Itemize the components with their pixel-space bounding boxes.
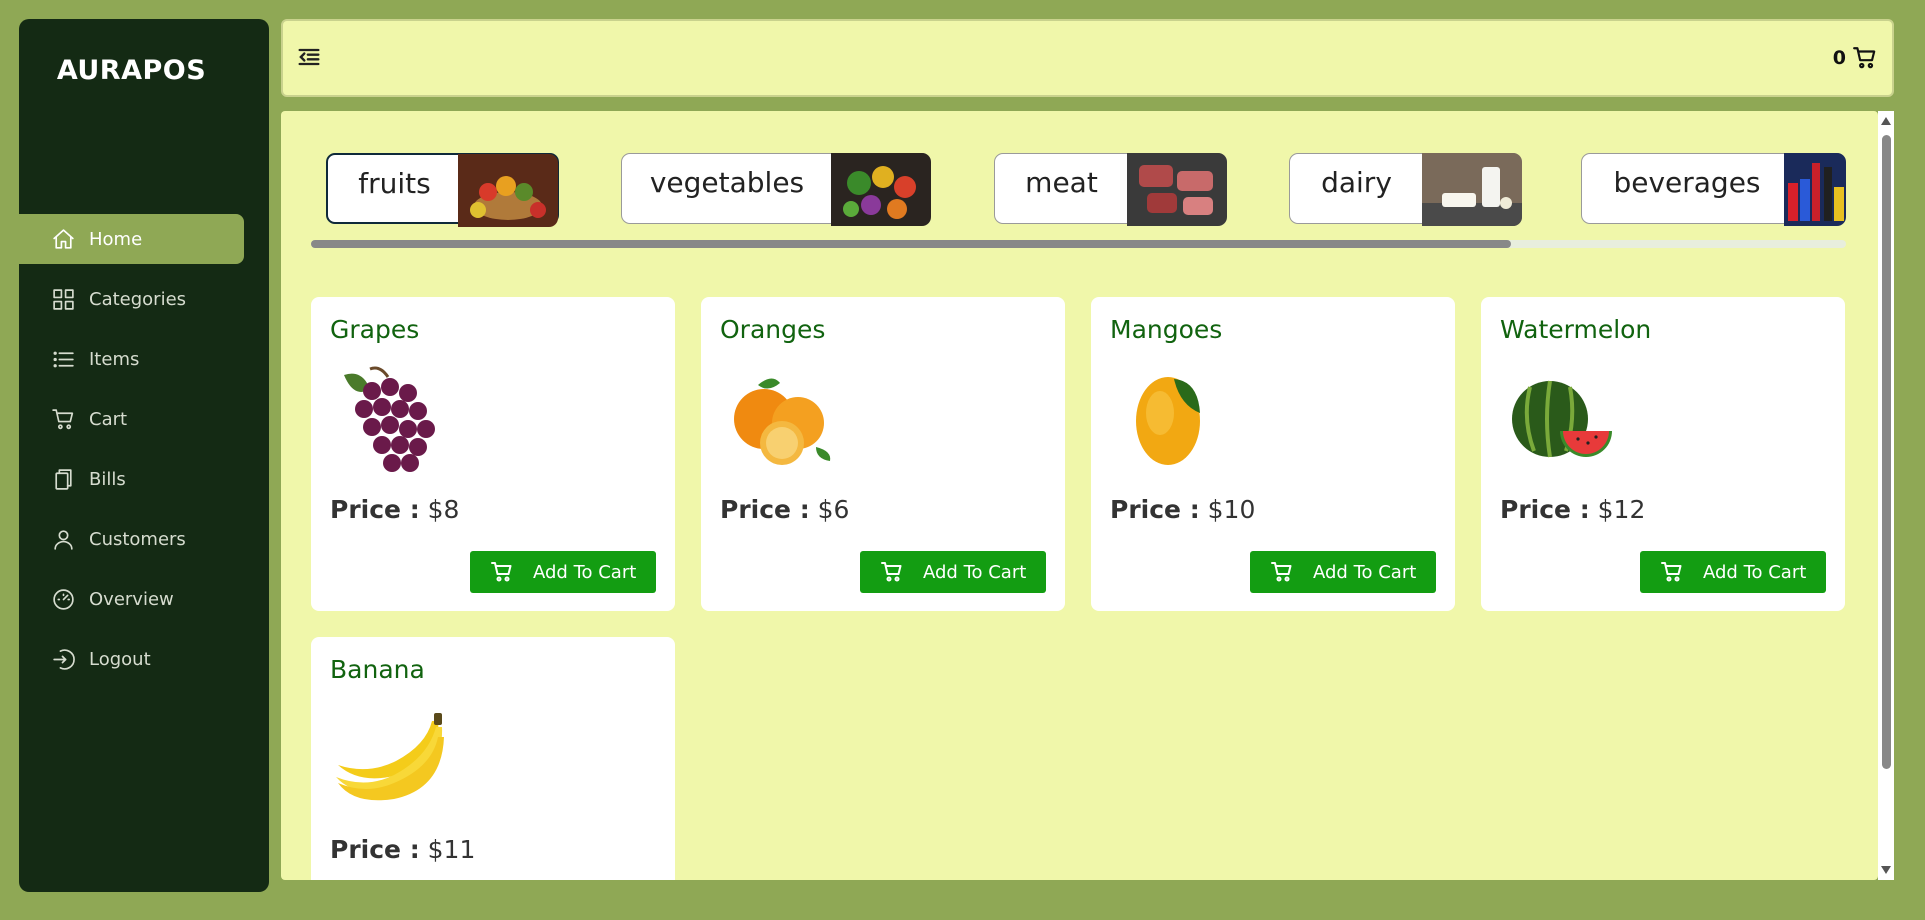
grid-icon — [49, 285, 77, 313]
sidebar-item-home[interactable]: Home — [19, 214, 244, 264]
vegetables-image — [831, 153, 931, 226]
category-scroll-thumb[interactable] — [311, 240, 1511, 248]
category-label: meat — [1025, 166, 1098, 199]
category-scrollbar[interactable] — [311, 240, 1846, 248]
app-logo: AURAPOS — [56, 55, 207, 86]
price-value: $12 — [1597, 495, 1646, 524]
meat-image — [1127, 153, 1227, 226]
price-value: $8 — [427, 495, 460, 524]
sidebar-item-customers[interactable]: Customers — [19, 514, 244, 564]
fruits-image — [458, 154, 558, 227]
dairy-image — [1422, 153, 1522, 226]
sidebar-item-label: Items — [89, 348, 140, 370]
price-value: $10 — [1207, 495, 1256, 524]
sidebar-item-bills[interactable]: Bills — [19, 454, 244, 504]
add-to-cart-label: Add To Cart — [1313, 561, 1417, 583]
price-label: Price : — [720, 495, 810, 524]
top-header: 0 — [281, 19, 1894, 97]
home-icon — [49, 225, 77, 253]
price-label: Price : — [330, 495, 420, 524]
product-card: Banana Price : $11 — [311, 637, 675, 880]
mango-image — [1110, 357, 1234, 481]
add-to-cart-label: Add To Cart — [533, 561, 637, 583]
main-scrollbar[interactable] — [1878, 111, 1894, 880]
category-beverages[interactable]: beverages — [1581, 153, 1846, 226]
category-label: dairy — [1321, 166, 1392, 199]
sidebar-item-overview[interactable]: Overview — [19, 574, 244, 624]
main-content: fruits vegetables meat dairy beverages G… — [281, 111, 1878, 880]
category-dairy[interactable]: dairy — [1289, 153, 1522, 226]
banana-image — [330, 697, 454, 821]
scroll-down-icon[interactable] — [1881, 866, 1891, 874]
add-to-cart-button[interactable]: Add To Cart — [860, 551, 1046, 593]
product-card: Mangoes Price : $10 Add To Cart — [1091, 297, 1455, 611]
cart-icon — [491, 562, 512, 582]
scroll-thumb[interactable] — [1882, 135, 1891, 769]
price-label: Price : — [1110, 495, 1200, 524]
sidebar-item-label: Overview — [89, 588, 174, 610]
sidebar-item-label: Customers — [89, 528, 186, 550]
cart-icon[interactable] — [1852, 45, 1878, 71]
cart-icon — [49, 405, 77, 433]
price-value: $6 — [817, 495, 850, 524]
category-label: beverages — [1613, 166, 1761, 199]
cart-icon — [881, 562, 902, 582]
add-to-cart-label: Add To Cart — [923, 561, 1027, 583]
list-icon — [49, 345, 77, 373]
add-to-cart-button[interactable]: Add To Cart — [1250, 551, 1436, 593]
sidebar-item-cart[interactable]: Cart — [19, 394, 244, 444]
user-icon — [49, 525, 77, 553]
sidebar-item-label: Logout — [89, 648, 151, 670]
product-price: Price : $12 — [1500, 495, 1645, 524]
cart-count: 0 — [1832, 47, 1846, 69]
product-name: Banana — [330, 655, 425, 684]
product-card: Oranges Price : $6 Add To Cart — [701, 297, 1065, 611]
product-name: Oranges — [720, 315, 826, 344]
menu-collapse-icon[interactable] — [295, 43, 325, 73]
cart-icon — [1271, 562, 1292, 582]
product-price: Price : $10 — [1110, 495, 1255, 524]
category-label: vegetables — [649, 166, 805, 199]
product-price: Price : $6 — [720, 495, 849, 524]
category-label: fruits — [358, 167, 431, 200]
oranges-image — [720, 357, 844, 481]
sidebar-item-categories[interactable]: Categories — [19, 274, 244, 324]
beverages-image — [1784, 153, 1846, 226]
sidebar-item-logout[interactable]: Logout — [19, 634, 244, 684]
logout-icon — [49, 645, 77, 673]
product-card: Watermelon Price : $12 Add To Cart — [1481, 297, 1845, 611]
sidebar-nav: Home Categories Items Cart Bills Custome… — [19, 214, 269, 694]
product-card: Grapes Price : $8 Add To Cart — [311, 297, 675, 611]
sidebar-item-label: Cart — [89, 408, 128, 430]
product-price: Price : $11 — [330, 835, 475, 864]
product-name: Grapes — [330, 315, 420, 344]
product-price: Price : $8 — [330, 495, 459, 524]
sidebar-item-label: Categories — [89, 288, 187, 310]
category-vegetables[interactable]: vegetables — [621, 153, 931, 226]
bills-icon — [49, 465, 77, 493]
sidebar-item-items[interactable]: Items — [19, 334, 244, 384]
product-name: Mangoes — [1110, 315, 1223, 344]
sidebar-item-label: Bills — [89, 468, 126, 490]
category-strip: fruits vegetables meat dairy beverages — [311, 153, 1846, 229]
watermelon-image — [1500, 357, 1624, 481]
category-fruits[interactable]: fruits — [326, 153, 559, 227]
price-label: Price : — [330, 835, 420, 864]
add-to-cart-label: Add To Cart — [1703, 561, 1807, 583]
add-to-cart-button[interactable]: Add To Cart — [470, 551, 656, 593]
gauge-icon — [49, 585, 77, 613]
add-to-cart-button[interactable]: Add To Cart — [1640, 551, 1826, 593]
sidebar: AURAPOS Home Categories Items Cart Bills… — [19, 19, 269, 892]
category-meat[interactable]: meat — [994, 153, 1227, 226]
sidebar-item-label: Home — [89, 228, 143, 250]
scroll-up-icon[interactable] — [1881, 117, 1891, 125]
price-value: $11 — [427, 835, 476, 864]
price-label: Price : — [1500, 495, 1590, 524]
product-name: Watermelon — [1500, 315, 1652, 344]
grapes-image — [330, 357, 454, 481]
cart-icon — [1661, 562, 1682, 582]
